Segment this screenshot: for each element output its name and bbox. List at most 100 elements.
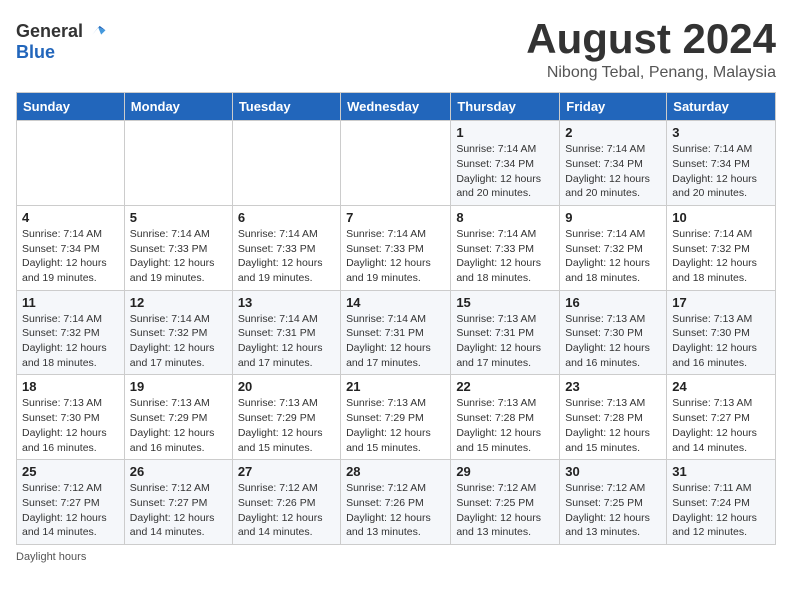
day-number: 4 (22, 210, 119, 225)
day-number: 31 (672, 464, 770, 479)
weekday-header-monday: Monday (124, 93, 232, 121)
title-area: August 2024 Nibong Tebal, Penang, Malays… (526, 16, 776, 82)
day-number: 28 (346, 464, 445, 479)
location-subtitle: Nibong Tebal, Penang, Malaysia (526, 64, 776, 82)
day-number: 16 (565, 295, 661, 310)
calendar-cell: 3 Sunrise: 7:14 AM Sunset: 7:34 PM Daylig… (667, 121, 776, 206)
calendar-cell: 14 Sunrise: 7:14 AM Sunset: 7:31 PM Dayli… (341, 290, 451, 375)
day-number: 26 (130, 464, 227, 479)
weekday-header-sunday: Sunday (17, 93, 125, 121)
header: General Blue August 2024 Nibong Tebal, P… (16, 16, 776, 82)
day-info: Sunrise: 7:12 AM Sunset: 7:27 PM Dayligh… (130, 481, 227, 540)
calendar-week-row: 1 Sunrise: 7:14 AM Sunset: 7:34 PM Daylig… (17, 121, 776, 206)
day-info: Sunrise: 7:14 AM Sunset: 7:32 PM Dayligh… (565, 227, 661, 286)
day-info: Sunrise: 7:14 AM Sunset: 7:33 PM Dayligh… (238, 227, 335, 286)
day-number: 14 (346, 295, 445, 310)
day-number: 21 (346, 379, 445, 394)
day-info: Sunrise: 7:13 AM Sunset: 7:30 PM Dayligh… (22, 396, 119, 455)
weekday-header-wednesday: Wednesday (341, 93, 451, 121)
calendar-cell: 29 Sunrise: 7:12 AM Sunset: 7:25 PM Dayli… (451, 460, 560, 545)
calendar-cell: 10Sunrise: 7:14 AM Sunset: 7:32 PM Dayli… (667, 205, 776, 290)
calendar-cell: 6 Sunrise: 7:14 AM Sunset: 7:33 PM Daylig… (232, 205, 340, 290)
calendar-cell: 7 Sunrise: 7:14 AM Sunset: 7:33 PM Daylig… (341, 205, 451, 290)
day-info: Sunrise: 7:13 AM Sunset: 7:31 PM Dayligh… (456, 312, 554, 371)
day-number: 7 (346, 210, 445, 225)
day-info: Sunrise: 7:13 AM Sunset: 7:30 PM Dayligh… (565, 312, 661, 371)
day-info: Sunrise: 7:11 AM Sunset: 7:24 PM Dayligh… (672, 481, 770, 540)
day-number: 15 (456, 295, 554, 310)
day-number: 20 (238, 379, 335, 394)
day-number: 25 (22, 464, 119, 479)
day-info: Sunrise: 7:12 AM Sunset: 7:26 PM Dayligh… (238, 481, 335, 540)
day-number: 29 (456, 464, 554, 479)
day-number: 6 (238, 210, 335, 225)
day-number: 3 (672, 125, 770, 140)
calendar-week-row: 4 Sunrise: 7:14 AM Sunset: 7:34 PM Daylig… (17, 205, 776, 290)
day-number: 18 (22, 379, 119, 394)
day-number: 13 (238, 295, 335, 310)
day-number: 22 (456, 379, 554, 394)
logo-bird-icon (85, 20, 107, 42)
weekday-header-saturday: Saturday (667, 93, 776, 121)
calendar-cell (232, 121, 340, 206)
footer-note: Daylight hours (16, 551, 776, 563)
weekday-header-tuesday: Tuesday (232, 93, 340, 121)
calendar-cell: 21 Sunrise: 7:13 AM Sunset: 7:29 PM Dayli… (341, 375, 451, 460)
calendar-cell: 26 Sunrise: 7:12 AM Sunset: 7:27 PM Dayli… (124, 460, 232, 545)
day-info: Sunrise: 7:13 AM Sunset: 7:30 PM Dayligh… (672, 312, 770, 371)
day-info: Sunrise: 7:13 AM Sunset: 7:28 PM Dayligh… (456, 396, 554, 455)
day-info: Sunrise: 7:14 AM Sunset: 7:34 PM Dayligh… (672, 142, 770, 201)
logo-general-text: General (16, 21, 83, 42)
day-info: Sunrise: 7:12 AM Sunset: 7:27 PM Dayligh… (22, 481, 119, 540)
calendar-cell: 22 Sunrise: 7:13 AM Sunset: 7:28 PM Dayli… (451, 375, 560, 460)
calendar-cell (17, 121, 125, 206)
calendar-cell: 17Sunrise: 7:13 AM Sunset: 7:30 PM Dayli… (667, 290, 776, 375)
calendar-table: SundayMondayTuesdayWednesdayThursdayFrid… (16, 92, 776, 545)
day-number: 30 (565, 464, 661, 479)
calendar-cell: 11 Sunrise: 7:14 AM Sunset: 7:32 PM Dayli… (17, 290, 125, 375)
day-number: 12 (130, 295, 227, 310)
day-info: Sunrise: 7:13 AM Sunset: 7:29 PM Dayligh… (346, 396, 445, 455)
calendar-cell: 23 Sunrise: 7:13 AM Sunset: 7:28 PM Dayli… (560, 375, 667, 460)
logo: General Blue (16, 20, 107, 63)
daylight-hours-label: Daylight hours (16, 551, 86, 563)
day-info: Sunrise: 7:14 AM Sunset: 7:33 PM Dayligh… (456, 227, 554, 286)
calendar-cell: 1 Sunrise: 7:14 AM Sunset: 7:34 PM Daylig… (451, 121, 560, 206)
calendar-cell: 15 Sunrise: 7:13 AM Sunset: 7:31 PM Dayli… (451, 290, 560, 375)
calendar-cell: 31 Sunrise: 7:11 AM Sunset: 7:24 PM Dayli… (667, 460, 776, 545)
calendar-cell: 20Sunrise: 7:13 AM Sunset: 7:29 PM Dayli… (232, 375, 340, 460)
calendar-week-row: 25 Sunrise: 7:12 AM Sunset: 7:27 PM Dayli… (17, 460, 776, 545)
day-info: Sunrise: 7:13 AM Sunset: 7:28 PM Dayligh… (565, 396, 661, 455)
day-info: Sunrise: 7:14 AM Sunset: 7:32 PM Dayligh… (22, 312, 119, 371)
calendar-cell: 18 Sunrise: 7:13 AM Sunset: 7:30 PM Dayli… (17, 375, 125, 460)
day-info: Sunrise: 7:12 AM Sunset: 7:25 PM Dayligh… (565, 481, 661, 540)
day-info: Sunrise: 7:14 AM Sunset: 7:32 PM Dayligh… (672, 227, 770, 286)
day-info: Sunrise: 7:14 AM Sunset: 7:34 PM Dayligh… (22, 227, 119, 286)
calendar-cell: 4 Sunrise: 7:14 AM Sunset: 7:34 PM Daylig… (17, 205, 125, 290)
day-info: Sunrise: 7:12 AM Sunset: 7:26 PM Dayligh… (346, 481, 445, 540)
day-number: 23 (565, 379, 661, 394)
calendar-cell: 8 Sunrise: 7:14 AM Sunset: 7:33 PM Daylig… (451, 205, 560, 290)
calendar-cell: 30 Sunrise: 7:12 AM Sunset: 7:25 PM Dayli… (560, 460, 667, 545)
day-number: 27 (238, 464, 335, 479)
day-info: Sunrise: 7:14 AM Sunset: 7:33 PM Dayligh… (130, 227, 227, 286)
day-number: 9 (565, 210, 661, 225)
calendar-week-row: 18 Sunrise: 7:13 AM Sunset: 7:30 PM Dayli… (17, 375, 776, 460)
day-info: Sunrise: 7:13 AM Sunset: 7:29 PM Dayligh… (130, 396, 227, 455)
weekday-header-row: SundayMondayTuesdayWednesdayThursdayFrid… (17, 93, 776, 121)
day-number: 11 (22, 295, 119, 310)
day-info: Sunrise: 7:14 AM Sunset: 7:31 PM Dayligh… (238, 312, 335, 371)
calendar-cell: 2Sunrise: 7:14 AM Sunset: 7:34 PM Daylig… (560, 121, 667, 206)
calendar-cell: 24Sunrise: 7:13 AM Sunset: 7:27 PM Dayli… (667, 375, 776, 460)
day-info: Sunrise: 7:14 AM Sunset: 7:31 PM Dayligh… (346, 312, 445, 371)
calendar-cell: 5Sunrise: 7:14 AM Sunset: 7:33 PM Daylig… (124, 205, 232, 290)
calendar-cell: 27 Sunrise: 7:12 AM Sunset: 7:26 PM Dayli… (232, 460, 340, 545)
calendar-cell: 9 Sunrise: 7:14 AM Sunset: 7:32 PM Daylig… (560, 205, 667, 290)
day-number: 8 (456, 210, 554, 225)
day-number: 24 (672, 379, 770, 394)
day-info: Sunrise: 7:14 AM Sunset: 7:34 PM Dayligh… (456, 142, 554, 201)
day-number: 1 (456, 125, 554, 140)
day-info: Sunrise: 7:12 AM Sunset: 7:25 PM Dayligh… (456, 481, 554, 540)
calendar-cell: 16 Sunrise: 7:13 AM Sunset: 7:30 PM Dayli… (560, 290, 667, 375)
day-info: Sunrise: 7:14 AM Sunset: 7:33 PM Dayligh… (346, 227, 445, 286)
